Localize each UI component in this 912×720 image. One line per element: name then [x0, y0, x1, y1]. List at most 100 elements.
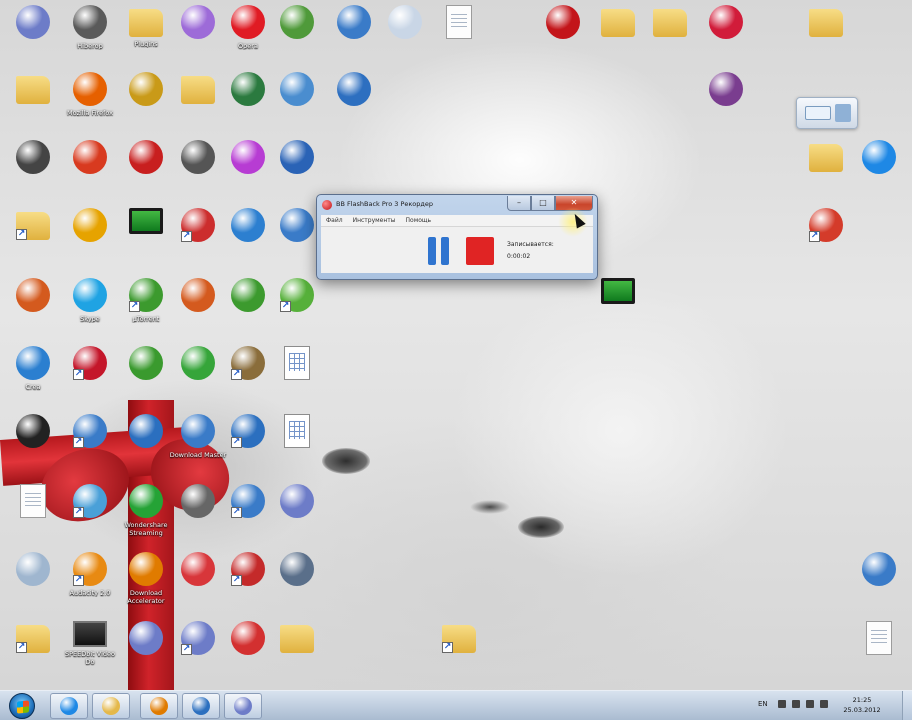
desktop-icon[interactable] — [4, 414, 62, 478]
taskbar-button[interactable] — [182, 693, 220, 719]
desktop-icon[interactable] — [589, 278, 647, 342]
minimize-button[interactable]: – — [507, 196, 531, 211]
clock[interactable]: 21:25 25.03.2012 — [838, 695, 886, 715]
menu-tools[interactable]: Инструменты — [348, 217, 401, 224]
desktop[interactable]: Hiberop Plugins Opera Mozilla Firefox ↗ ↗ ↗ Sky… — [0, 0, 912, 690]
recorder-window[interactable]: BB FlashBack Pro 3 Рекордер – □ ✕ Файл И… — [316, 194, 598, 280]
pause-button[interactable] — [425, 237, 451, 265]
desktop-icon[interactable] — [268, 72, 326, 136]
show-desktop-button[interactable] — [902, 691, 912, 720]
tray-volume-icon[interactable] — [820, 700, 828, 708]
desktop-icon[interactable] — [797, 5, 855, 69]
yandex-icon: ↗ — [231, 484, 265, 518]
desktop-icon[interactable] — [376, 5, 434, 69]
menu-file[interactable]: Файл — [321, 217, 348, 224]
desktop-icon[interactable]: ↗ — [4, 621, 62, 685]
camera-icon — [181, 484, 215, 518]
desktop-icon[interactable] — [4, 72, 62, 136]
desktop-icon[interactable] — [268, 414, 326, 478]
desktop-icon[interactable] — [4, 484, 62, 548]
taskbar-button[interactable] — [50, 693, 88, 719]
desktop-icon[interactable]: ↗ — [61, 484, 119, 548]
desktop-icon[interactable]: Wondershare Streaming — [117, 484, 175, 548]
desktop-icon[interactable] — [797, 140, 855, 204]
language-indicator[interactable]: EN — [758, 700, 768, 708]
desktop-icon[interactable] — [117, 140, 175, 204]
desktop-icon[interactable] — [268, 621, 326, 685]
desktop-icon[interactable]: SPEEDbit Video Do — [61, 621, 119, 685]
desktop-icon[interactable]: ↗ — [268, 278, 326, 342]
g-icon — [129, 346, 163, 380]
desktop-icon[interactable]: Skype — [61, 278, 119, 342]
maximize-button[interactable]: □ — [531, 196, 555, 211]
desktop-icon[interactable]: ↗ µTorrent — [117, 278, 175, 342]
tray-flag-icon[interactable] — [792, 700, 800, 708]
network-icon — [337, 5, 371, 39]
desktop-icon[interactable] — [117, 208, 175, 272]
desktop-icon[interactable]: ↗ — [430, 621, 488, 685]
shortcut-arrow-icon: ↗ — [231, 575, 242, 586]
recorder-menubar: Файл Инструменты Помощь — [321, 215, 593, 227]
taskbar-button[interactable] — [140, 693, 178, 719]
desktop-icon-label: Wondershare Streaming — [124, 521, 168, 537]
desktop-icon[interactable] — [430, 5, 488, 69]
shortcut-arrow-icon: ↗ — [231, 369, 242, 380]
desktop-icon[interactable] — [117, 414, 175, 478]
desktop-icon-label: Crea — [25, 383, 41, 391]
desktop-icon[interactable] — [4, 552, 62, 616]
desktop-icon[interactable] — [589, 5, 647, 69]
desktop-icon[interactable] — [534, 5, 592, 69]
desktop-icon[interactable] — [61, 208, 119, 272]
desktop-icon[interactable] — [697, 72, 755, 136]
desktop-icon[interactable] — [4, 278, 62, 342]
desktop-icon[interactable] — [117, 72, 175, 136]
desktop-icon[interactable] — [850, 552, 908, 616]
desktop-icon[interactable] — [268, 484, 326, 548]
desktop-icon[interactable] — [4, 140, 62, 204]
desktop-icon[interactable]: ↗ Audacity 2.0 — [61, 552, 119, 616]
tray-arrow-icon[interactable] — [778, 700, 786, 708]
desktop-icon[interactable] — [268, 552, 326, 616]
menu-help[interactable]: Помощь — [401, 217, 437, 224]
system-tray — [778, 700, 828, 708]
recorder-titlebar[interactable]: BB FlashBack Pro 3 Рекордер – □ ✕ — [317, 195, 597, 215]
puzzle-icon: ↗ — [280, 278, 314, 312]
desktop-icon[interactable]: Plugins — [117, 5, 175, 69]
shortcut-arrow-icon: ↗ — [231, 507, 242, 518]
stop-button[interactable] — [466, 237, 494, 265]
desktop-icon[interactable]: ↗ — [61, 346, 119, 410]
start-button[interactable] — [9, 693, 35, 719]
desktop-icon[interactable] — [117, 621, 175, 685]
media-icon — [192, 697, 210, 715]
desktop-icon[interactable] — [850, 621, 908, 685]
desktop-icon[interactable] — [4, 5, 62, 69]
folder-icon — [653, 9, 687, 37]
disc-icon — [181, 5, 215, 39]
desktop-icon[interactable] — [268, 5, 326, 69]
desktop-icon[interactable] — [641, 5, 699, 69]
taskbar-button[interactable] — [92, 693, 130, 719]
ie-icon — [862, 140, 896, 174]
desktop-icon[interactable]: Hiberop — [61, 5, 119, 69]
desktop-gadget[interactable] — [796, 97, 858, 129]
desktop-icon[interactable] — [325, 72, 383, 136]
gadget-button[interactable] — [835, 104, 851, 122]
desktop-icon[interactable]: ↗ — [4, 208, 62, 272]
taskbar-button[interactable] — [224, 693, 262, 719]
desktop-icon[interactable] — [268, 346, 326, 410]
desktop-icon[interactable] — [697, 5, 755, 69]
desktop-icon[interactable] — [325, 5, 383, 69]
desktop-icon[interactable] — [117, 346, 175, 410]
desktop-icon[interactable]: Download Accelerator — [117, 552, 175, 616]
shortcut-arrow-icon: ↗ — [73, 507, 84, 518]
desktop-icon[interactable]: Mozilla Firefox — [61, 72, 119, 136]
desktop-icon[interactable]: ↗ — [797, 208, 855, 272]
desktop-icon[interactable] — [850, 140, 908, 204]
desktop-icon[interactable]: Crea — [4, 346, 62, 410]
clock-icon: ↗ — [181, 621, 215, 655]
desktop-icon[interactable]: ↗ — [61, 414, 119, 478]
monitor-icon — [601, 278, 635, 304]
shortcut-arrow-icon: ↗ — [73, 437, 84, 448]
tray-network-icon[interactable] — [806, 700, 814, 708]
desktop-icon[interactable] — [61, 140, 119, 204]
